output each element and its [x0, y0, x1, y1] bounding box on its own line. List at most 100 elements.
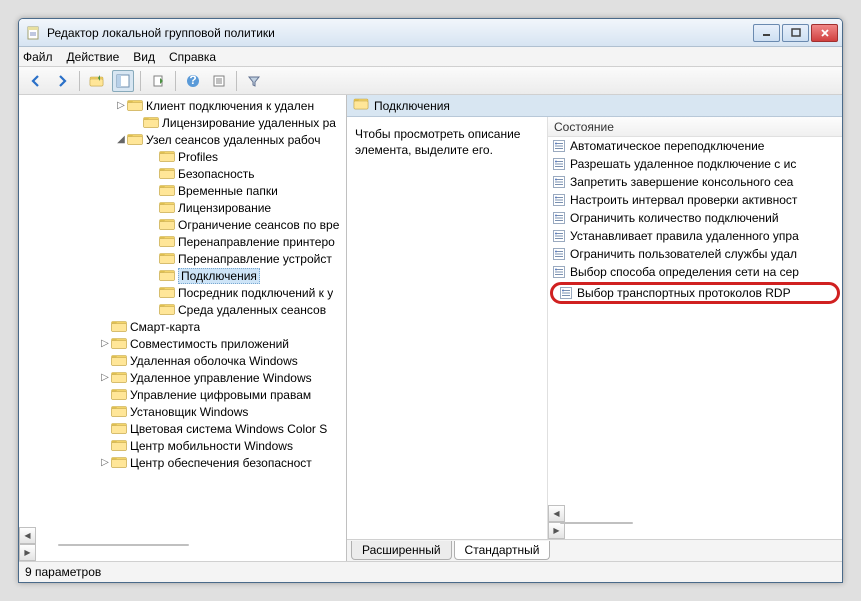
setting-label: Выбор способа определения сети на сер: [570, 265, 799, 279]
window-title: Редактор локальной групповой политики: [47, 26, 753, 40]
tree-h-scrollbar[interactable]: ◀ ▶: [19, 527, 346, 561]
expander-closed-icon[interactable]: ▷: [115, 101, 127, 111]
setting-item[interactable]: Выбор способа определения сети на сер: [548, 263, 842, 281]
menu-view[interactable]: Вид: [133, 50, 155, 64]
help-button[interactable]: ?: [182, 70, 204, 92]
column-header-state[interactable]: Состояние: [548, 117, 842, 137]
tree-node-label: Клиент подключения к удален: [146, 99, 314, 113]
list-items: Автоматическое переподключениеРазрешать …: [548, 137, 842, 505]
setting-icon: [552, 229, 566, 243]
tree-node-label: Лицензирование удаленных ра: [162, 116, 336, 130]
scroll-right-button[interactable]: ▶: [19, 544, 36, 561]
back-button[interactable]: [25, 70, 47, 92]
show-tree-button[interactable]: [112, 70, 134, 92]
folder-icon: [159, 184, 175, 197]
setting-label: Настроить интервал проверки активност: [570, 193, 797, 207]
tree-node[interactable]: Установщик Windows: [19, 403, 346, 420]
tree-node[interactable]: Удаленная оболочка Windows: [19, 352, 346, 369]
toolbar-separator: [140, 71, 141, 91]
folder-icon: [159, 201, 175, 214]
setting-item[interactable]: Настроить интервал проверки активност: [548, 191, 842, 209]
tree-node[interactable]: Смарт-карта: [19, 318, 346, 335]
tree-node[interactable]: Посредник подключений к у: [19, 284, 346, 301]
tree-node[interactable]: Среда удаленных сеансов: [19, 301, 346, 318]
folder-icon: [111, 354, 127, 367]
tree-node[interactable]: ▷Удаленное управление Windows: [19, 369, 346, 386]
setting-icon: [552, 175, 566, 189]
setting-item[interactable]: Ограничить пользователей службы удал: [548, 245, 842, 263]
tab-standard[interactable]: Стандартный: [454, 541, 551, 560]
tree-node-label: Цветовая система Windows Color S: [130, 422, 327, 436]
expander-open-icon[interactable]: ◢: [115, 135, 127, 145]
expander-closed-icon[interactable]: ▷: [99, 458, 111, 468]
tree-node[interactable]: Profiles: [19, 148, 346, 165]
folder-icon: [111, 337, 127, 350]
minimize-button[interactable]: [753, 24, 780, 42]
scroll-left-button[interactable]: ◀: [548, 505, 565, 522]
tree-node-label: Установщик Windows: [130, 405, 248, 419]
tree-node[interactable]: Перенаправление принтеро: [19, 233, 346, 250]
forward-button[interactable]: [51, 70, 73, 92]
toolbar-separator: [175, 71, 176, 91]
expander-closed-icon[interactable]: ▷: [99, 339, 111, 349]
export-button[interactable]: [147, 70, 169, 92]
tree-node-label: Перенаправление устройст: [178, 252, 332, 266]
menu-file[interactable]: Файл: [23, 50, 53, 64]
tree-node[interactable]: Подключения: [19, 267, 346, 284]
menu-help[interactable]: Справка: [169, 50, 216, 64]
maximize-button[interactable]: [782, 24, 809, 42]
setting-item[interactable]: Автоматическое переподключение: [548, 137, 842, 155]
tree-node[interactable]: Безопасность: [19, 165, 346, 182]
status-text: 9 параметров: [25, 565, 101, 579]
tree-node[interactable]: Центр мобильности Windows: [19, 437, 346, 454]
tree-node[interactable]: Перенаправление устройст: [19, 250, 346, 267]
folder-icon: [127, 99, 143, 112]
svg-text:?: ?: [189, 74, 196, 87]
tree-view[interactable]: ▷ Клиент подключения к удален Лицензирован…: [19, 95, 346, 527]
window: Редактор локальной групповой политики Фа…: [18, 18, 843, 583]
app-icon: [25, 25, 41, 41]
folder-icon: [127, 133, 143, 146]
tree-node-label: Безопасность: [178, 167, 255, 181]
properties-button[interactable]: [208, 70, 230, 92]
setting-item[interactable]: Разрешать удаленное подключение с ис: [548, 155, 842, 173]
setting-icon: [552, 157, 566, 171]
tree-node-label: Центр обеспечения безопасност: [130, 456, 312, 470]
tree-node-label: Подключения: [178, 268, 260, 284]
scroll-right-button[interactable]: ▶: [548, 522, 565, 539]
tree-node[interactable]: ▷ Центр обеспечения безопасност: [19, 454, 346, 471]
tree-node[interactable]: ◢Узел сеансов удаленных рабоч: [19, 131, 346, 148]
tree-node[interactable]: Лицензирование удаленных ра: [19, 114, 346, 131]
description-text: Чтобы просмотреть описание элемента, выд…: [355, 127, 520, 157]
setting-item[interactable]: Устанавливает правила удаленного упра: [548, 227, 842, 245]
scroll-left-button[interactable]: ◀: [19, 527, 36, 544]
scroll-thumb[interactable]: [560, 522, 634, 524]
tree-node[interactable]: ▷ Клиент подключения к удален: [19, 97, 346, 114]
setting-item[interactable]: Ограничить количество подключений: [548, 209, 842, 227]
folder-icon: [111, 405, 127, 418]
tree-node[interactable]: Лицензирование: [19, 199, 346, 216]
setting-item[interactable]: Запретить завершение консольного сеа: [548, 173, 842, 191]
tree-node[interactable]: Временные папки: [19, 182, 346, 199]
toolbar: ?: [19, 67, 842, 95]
list-h-scrollbar[interactable]: ◀ ▶: [548, 505, 842, 539]
tree-node-label: Перенаправление принтеро: [178, 235, 335, 249]
menu-action[interactable]: Действие: [67, 50, 120, 64]
tree-node[interactable]: Ограничение сеансов по вре: [19, 216, 346, 233]
tree-node-label: Управление цифровыми правам: [130, 388, 311, 402]
tree-node[interactable]: ▷Совместимость приложений: [19, 335, 346, 352]
up-button[interactable]: [86, 70, 108, 92]
tree-node[interactable]: Цветовая система Windows Color S: [19, 420, 346, 437]
tree-panel: ▷ Клиент подключения к удален Лицензирован…: [19, 95, 347, 561]
tree-node[interactable]: Управление цифровыми правам: [19, 386, 346, 403]
tree-node-label: Ограничение сеансов по вре: [178, 218, 339, 232]
setting-label: Устанавливает правила удаленного упра: [570, 229, 799, 243]
expander-closed-icon[interactable]: ▷: [99, 373, 111, 383]
filter-button[interactable]: [243, 70, 265, 92]
content-area: ▷ Клиент подключения к удален Лицензирован…: [19, 95, 842, 562]
scroll-thumb[interactable]: [58, 544, 189, 546]
close-button[interactable]: [811, 24, 838, 42]
tab-extended[interactable]: Расширенный: [351, 541, 452, 560]
setting-icon: [552, 139, 566, 153]
setting-item-highlighted[interactable]: Выбор транспортных протоколов RDP: [550, 282, 840, 304]
